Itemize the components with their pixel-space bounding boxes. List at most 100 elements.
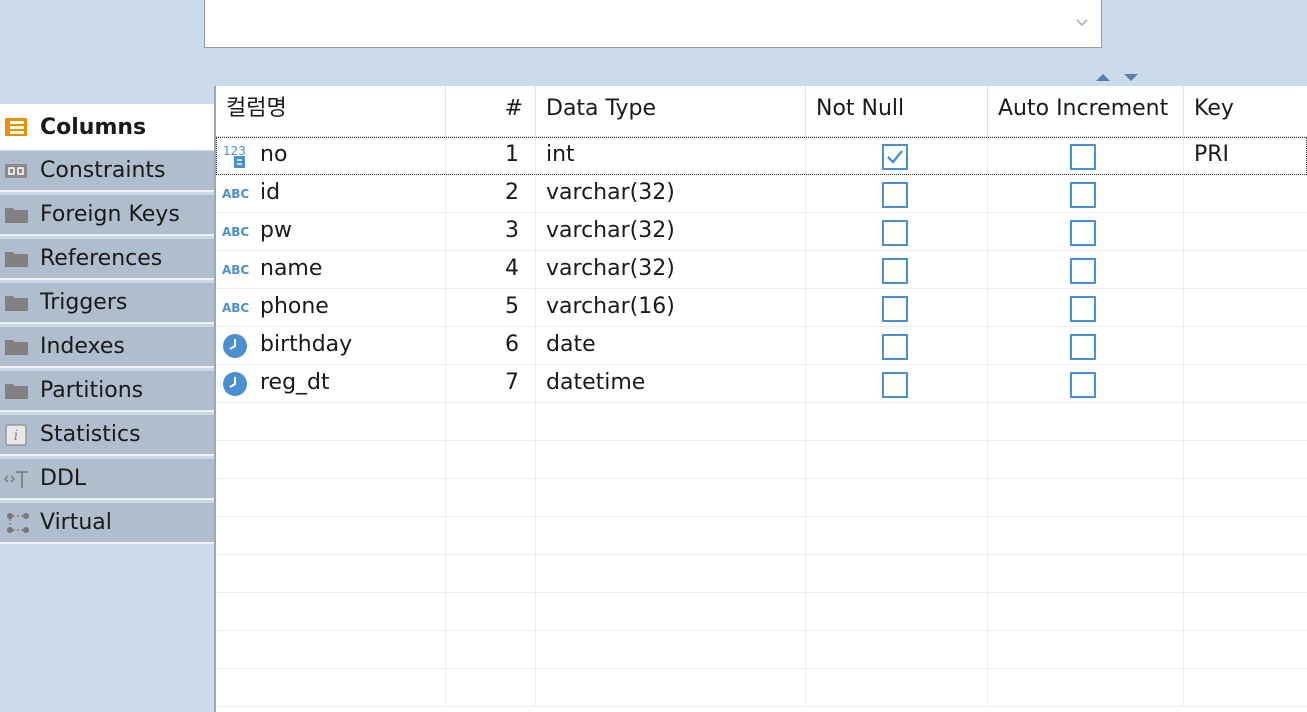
cell-data-type[interactable]: varchar(32) [536, 213, 806, 250]
auto-increment-checkbox[interactable] [1070, 258, 1096, 284]
empty-row [216, 441, 1307, 479]
empty-cell [806, 631, 988, 668]
empty-cell [806, 441, 988, 478]
cell-column-name[interactable]: 123 no [216, 137, 446, 174]
column-name: birthday [260, 332, 353, 357]
tab-constraints[interactable]: Constraints [0, 151, 214, 192]
not-null-checkbox[interactable] [882, 220, 908, 246]
empty-cell [806, 479, 988, 516]
tab-partitions[interactable]: Partitions [0, 371, 214, 412]
datetime-type-icon [223, 334, 247, 358]
chevron-down-icon[interactable] [1075, 15, 1089, 29]
check-icon [887, 150, 903, 164]
header-column-name[interactable]: 컬럼명 [216, 86, 446, 136]
cell-column-name[interactable]: ABC phone [216, 289, 446, 326]
auto-increment-checkbox[interactable] [1070, 296, 1096, 322]
header-not-null[interactable]: Not Null [806, 86, 988, 136]
column-name: name [260, 256, 323, 281]
cell-data-type[interactable]: int [536, 137, 806, 174]
table-row[interactable]: birthday 6 date [216, 327, 1307, 365]
cell-number: 3 [446, 213, 536, 250]
cell-data-type[interactable]: varchar(32) [536, 175, 806, 212]
cell-auto-increment [988, 327, 1184, 364]
folder-icon [2, 291, 32, 315]
not-null-checkbox[interactable] [882, 258, 908, 284]
header-number[interactable]: # [446, 86, 536, 136]
tab-label: Virtual [40, 510, 112, 535]
cell-column-name[interactable]: ABC pw [216, 213, 446, 250]
empty-cell [536, 669, 806, 706]
empty-cell [806, 555, 988, 592]
cell-column-name[interactable]: ABC name [216, 251, 446, 288]
cell-not-null [806, 213, 988, 250]
numeric-type-icon: 123 [223, 144, 246, 168]
table-row[interactable]: ABC name 4 varchar(32) [216, 251, 1307, 289]
cell-not-null [806, 251, 988, 288]
cell-key [1184, 327, 1307, 364]
cell-number: 6 [446, 327, 536, 364]
empty-row [216, 479, 1307, 517]
constraints-icon [2, 159, 32, 183]
cell-data-type[interactable]: date [536, 327, 806, 364]
column-name: reg_dt [260, 370, 330, 395]
empty-row [216, 403, 1307, 441]
auto-increment-checkbox[interactable] [1070, 144, 1096, 170]
type-icon-label: 123 [223, 144, 246, 158]
tab-label: Indexes [40, 334, 125, 359]
not-null-checkbox[interactable] [882, 334, 908, 360]
not-null-checkbox[interactable] [882, 182, 908, 208]
cell-column-name[interactable]: birthday [216, 327, 446, 364]
table-row[interactable]: reg_dt 7 datetime [216, 365, 1307, 403]
not-null-checkbox[interactable] [882, 296, 908, 322]
tab-triggers[interactable]: Triggers [0, 283, 214, 324]
datetime-type-icon [223, 372, 247, 396]
cell-data-type[interactable]: datetime [536, 365, 806, 402]
table-row[interactable]: ABC phone 5 varchar(16) [216, 289, 1307, 327]
table-row[interactable]: ABC pw 3 varchar(32) [216, 213, 1307, 251]
empty-cell [446, 669, 536, 706]
cell-data-type[interactable]: varchar(32) [536, 251, 806, 288]
description-textarea[interactable] [204, 0, 1102, 48]
cell-data-type[interactable]: varchar(16) [536, 289, 806, 326]
empty-cell [446, 631, 536, 668]
empty-cell [988, 441, 1184, 478]
cell-key: PRI [1194, 142, 1230, 167]
collapse-expand-icon[interactable] [1094, 70, 1142, 84]
folder-icon [2, 203, 32, 227]
empty-row [216, 517, 1307, 555]
header-auto-increment[interactable]: Auto Increment [988, 86, 1184, 136]
cell-number: 5 [446, 289, 536, 326]
empty-cell [806, 403, 988, 440]
header-data-type[interactable]: Data Type [536, 86, 806, 136]
cell-key [1184, 251, 1307, 288]
empty-cell [806, 593, 988, 630]
info-icon: i [2, 423, 32, 447]
cell-column-name[interactable]: reg_dt [216, 365, 446, 402]
tab-columns[interactable]: Columns [0, 104, 214, 150]
auto-increment-checkbox[interactable] [1070, 182, 1096, 208]
tab-virtual[interactable]: Virtual [0, 503, 214, 544]
auto-increment-checkbox[interactable] [1070, 220, 1096, 246]
tab-ddl[interactable]: DDL [0, 459, 214, 500]
tab-indexes[interactable]: Indexes [0, 327, 214, 368]
not-null-checkbox[interactable] [882, 372, 908, 398]
empty-cell [806, 669, 988, 706]
virtual-icon [2, 511, 32, 535]
table-row[interactable]: ABC id 2 varchar(32) [216, 175, 1307, 213]
auto-increment-checkbox[interactable] [1070, 334, 1096, 360]
tab-statistics[interactable]: i Statistics [0, 415, 214, 456]
tab-foreign-keys[interactable]: Foreign Keys [0, 195, 214, 236]
not-null-checkbox[interactable] [882, 144, 908, 170]
empty-cell [536, 441, 806, 478]
tab-references[interactable]: References [0, 239, 214, 280]
cell-auto-increment [988, 175, 1184, 212]
type-icon-label: ABC [222, 301, 249, 315]
empty-cell [536, 479, 806, 516]
cell-column-name[interactable]: ABC id [216, 175, 446, 212]
header-key[interactable]: Key [1184, 86, 1307, 136]
tab-label: Constraints [40, 158, 166, 183]
tab-label: Partitions [40, 378, 144, 403]
table-row[interactable]: 123 no 1 int PRI [216, 137, 1307, 175]
auto-increment-checkbox[interactable] [1070, 372, 1096, 398]
empty-cell [988, 555, 1184, 592]
